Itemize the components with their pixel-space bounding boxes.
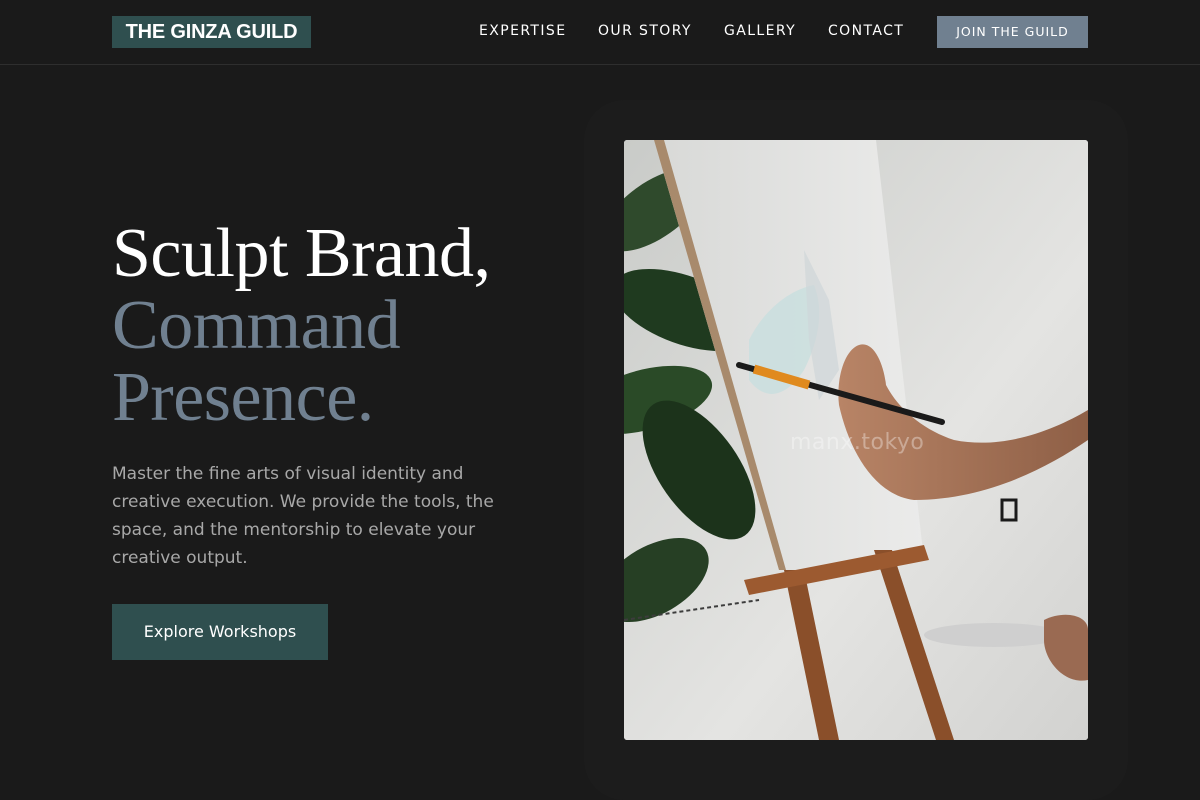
nav-link-expertise[interactable]: EXPERTISE <box>479 22 566 40</box>
nav-link-our-story[interactable]: OUR STORY <box>598 22 692 40</box>
site-logo[interactable]: THE GINZA GUILD <box>112 16 311 48</box>
join-guild-button[interactable]: JOIN THE GUILD <box>937 16 1088 48</box>
explore-workshops-button[interactable]: Explore Workshops <box>112 604 328 660</box>
hero-headline: Sculpt Brand, Command Presence. <box>112 218 582 434</box>
hero-description: Master the fine arts of visual identity … <box>112 464 494 568</box>
headline-line-3: Presence. <box>112 359 374 436</box>
nav-link-gallery[interactable]: GALLERY <box>724 22 796 40</box>
top-navbar: THE GINZA GUILD EXPERTISE OUR STORY GALL… <box>0 0 1200 65</box>
image-watermark: manx.tokyo <box>790 430 925 455</box>
nav-link-contact[interactable]: CONTACT <box>828 22 904 40</box>
headline-line-2: Command <box>112 287 401 364</box>
headline-line-1: Sculpt Brand, <box>112 215 491 292</box>
